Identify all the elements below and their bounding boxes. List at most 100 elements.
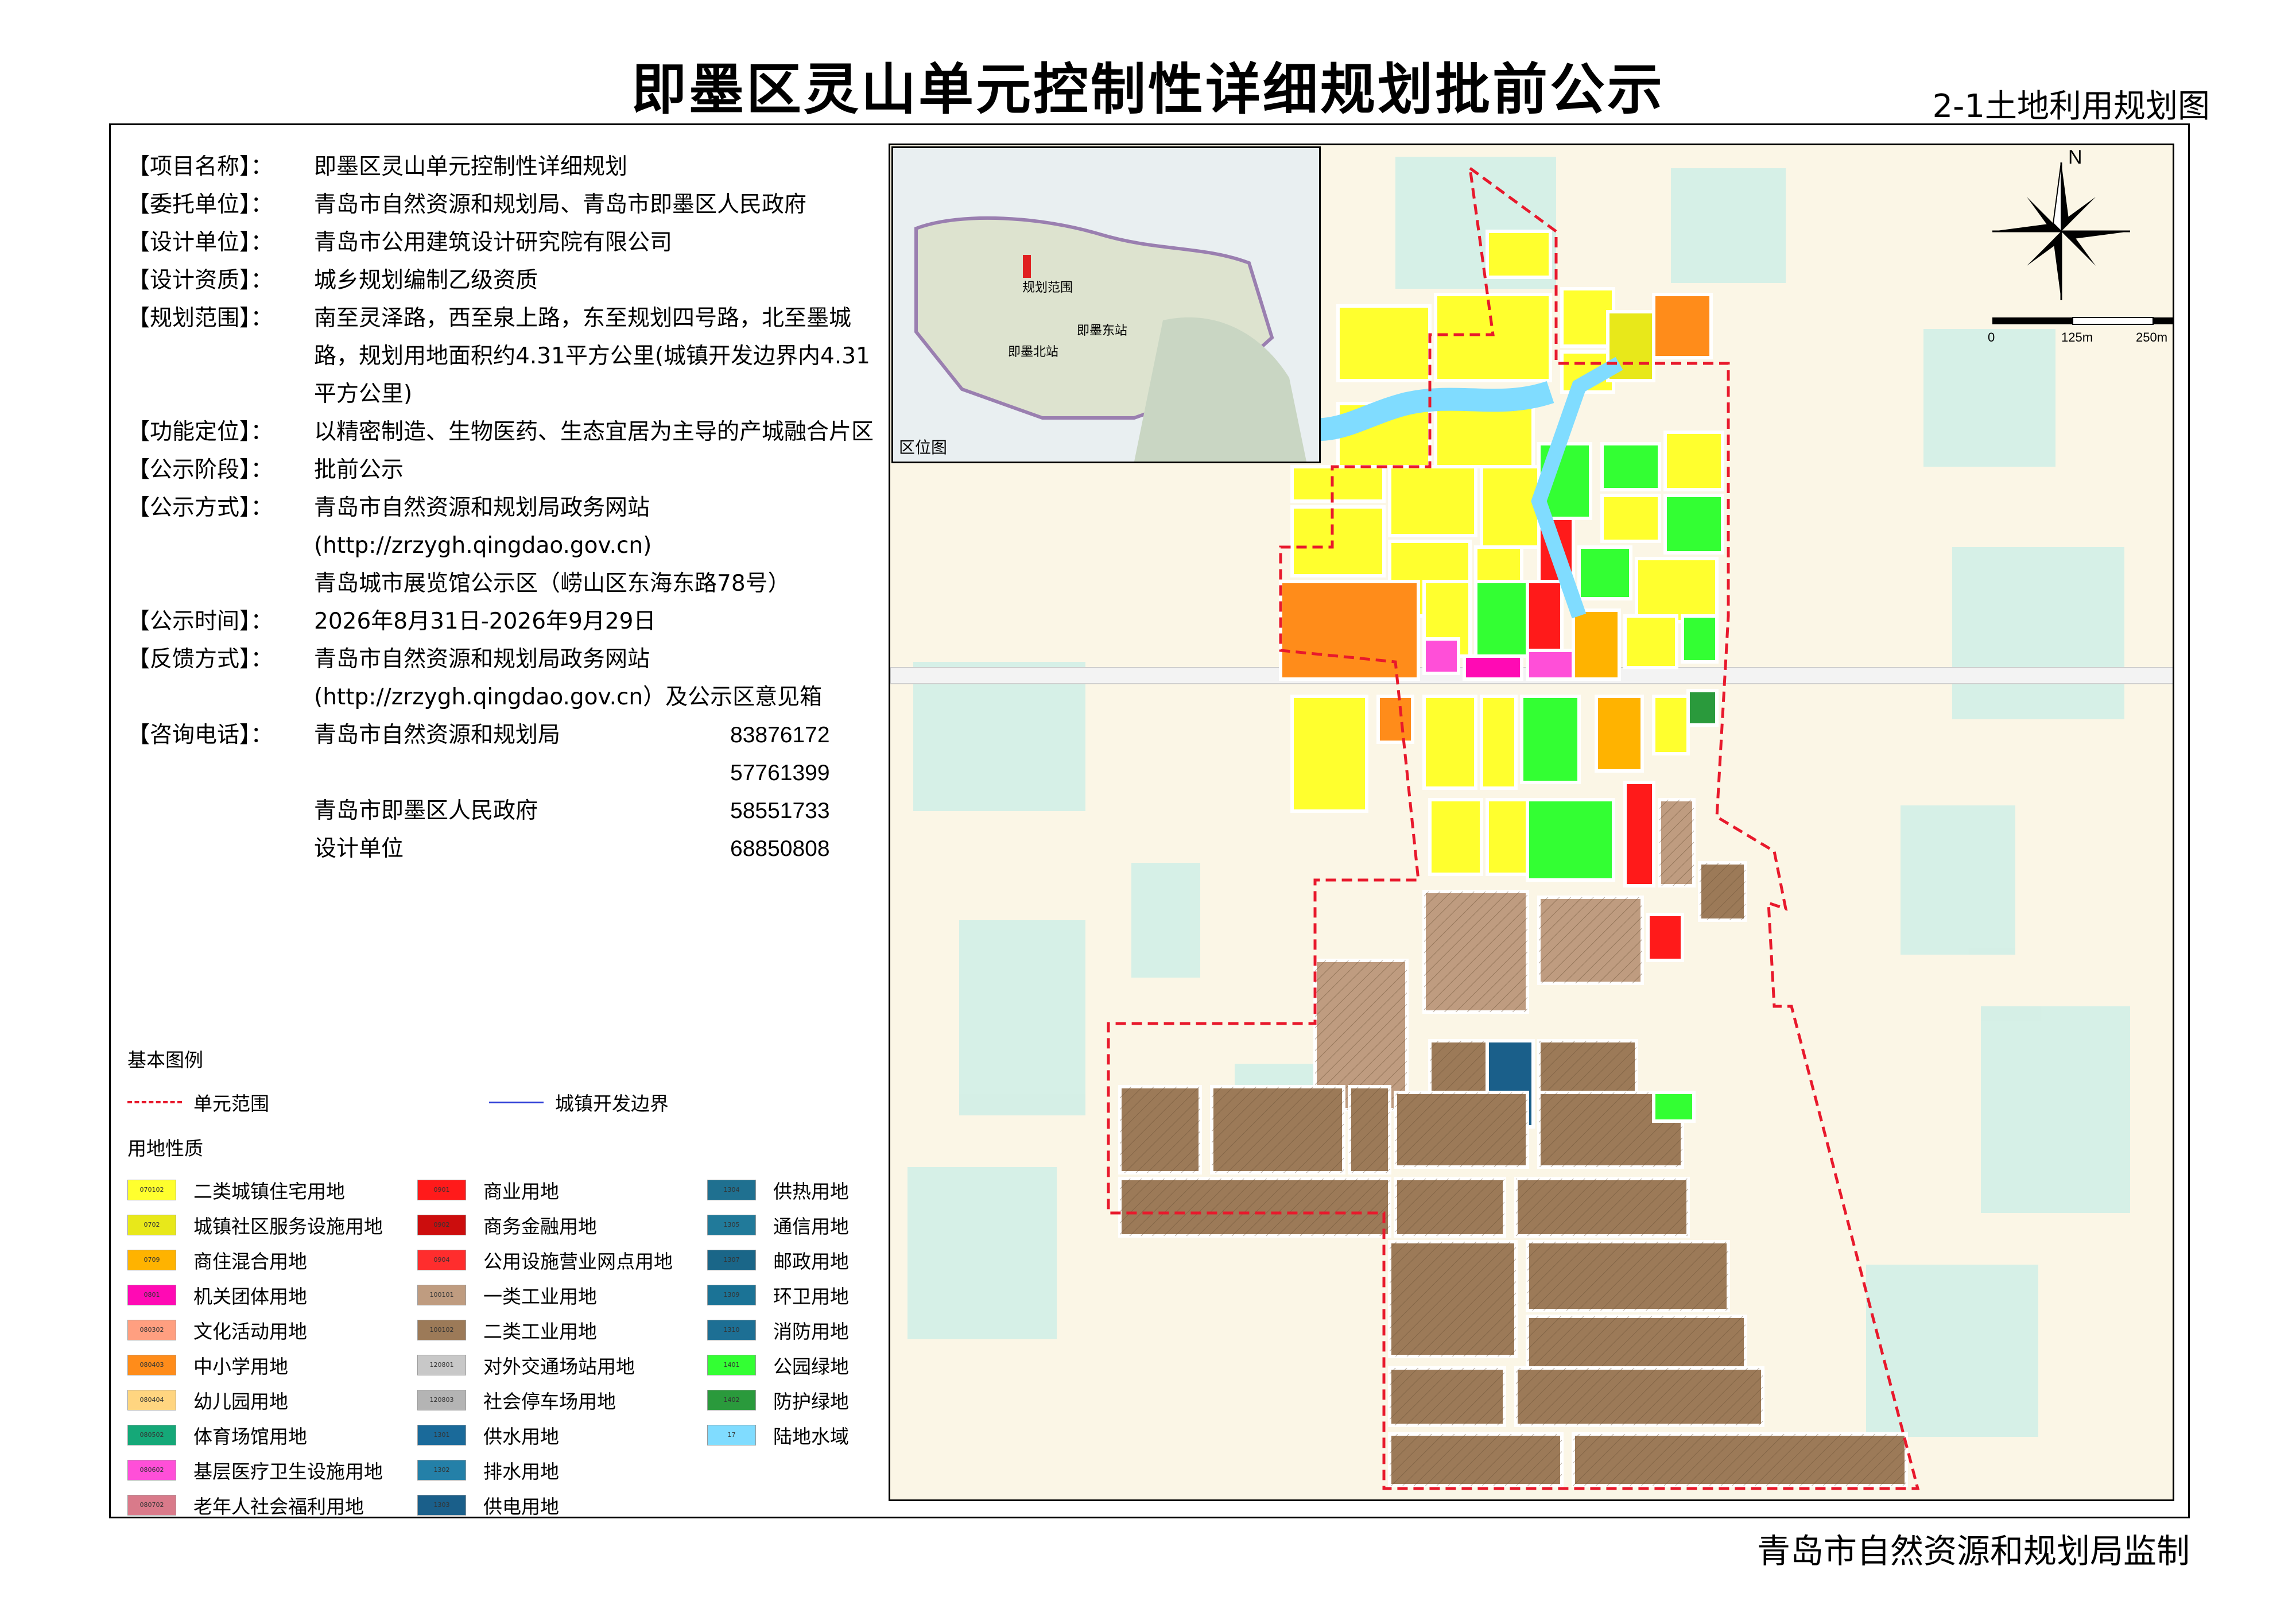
parcel[interactable] bbox=[1290, 695, 1368, 813]
parcel[interactable] bbox=[1474, 580, 1529, 658]
legend-label: 邮政用地 bbox=[773, 1250, 849, 1273]
legend-label: 公用设施营业网点用地 bbox=[483, 1250, 673, 1273]
parcel[interactable] bbox=[1526, 649, 1575, 681]
parcel[interactable] bbox=[1652, 695, 1690, 755]
legend-item: 100102 二类工业用地 bbox=[417, 1312, 707, 1347]
legend-swatch: 1402 bbox=[707, 1389, 756, 1410]
legend-label: 二类工业用地 bbox=[483, 1320, 597, 1343]
parcel[interactable] bbox=[1434, 293, 1552, 382]
legend-item: 1303 供电用地 bbox=[417, 1487, 707, 1522]
parcel[interactable] bbox=[1336, 304, 1432, 382]
feedback-url[interactable]: (http://zrzygh.qingdao.gov.cn）及公示区意见箱 bbox=[127, 679, 874, 716]
parcel[interactable] bbox=[1560, 287, 1615, 348]
legend-item: 1310 消防用地 bbox=[707, 1312, 891, 1347]
footer-credit: 青岛市自然资源和规划局监制 bbox=[1756, 1532, 2190, 1571]
legend-label: 环卫用地 bbox=[773, 1285, 849, 1308]
legend-label: 二类城镇住宅用地 bbox=[193, 1180, 345, 1203]
legend-label: 通信用地 bbox=[773, 1215, 849, 1238]
info-row-time: 【公示时间】： 2026年8月31日-2026年9月29日 bbox=[127, 608, 656, 634]
info-row-function: 【功能定位】： 以精密制造、生物医药、生态宜居为主导的产城融合片区 bbox=[127, 419, 874, 445]
method-url[interactable]: (http://zrzygh.qingdao.gov.cn) bbox=[127, 527, 874, 565]
parcel[interactable] bbox=[1663, 494, 1724, 555]
parcel[interactable] bbox=[1290, 505, 1386, 577]
area-marker-icon bbox=[1023, 255, 1031, 278]
legend-swatch: 1304 bbox=[707, 1179, 756, 1200]
parcel-hatch bbox=[1349, 1087, 1390, 1173]
parcel[interactable] bbox=[1623, 781, 1655, 887]
legend-swatch: 1301 bbox=[417, 1424, 466, 1445]
parcel[interactable] bbox=[1526, 798, 1615, 882]
parcel[interactable] bbox=[1388, 465, 1477, 537]
legend-label: 机关团体用地 bbox=[193, 1285, 307, 1308]
parcel[interactable] bbox=[1595, 695, 1644, 773]
parcel[interactable] bbox=[1376, 695, 1414, 744]
parcel[interactable] bbox=[1600, 494, 1661, 543]
parcel[interactable] bbox=[1422, 695, 1477, 790]
legend-swatch: 080302 bbox=[127, 1319, 176, 1340]
parcel[interactable] bbox=[1520, 695, 1581, 784]
legend-item: 0801 机关团体用地 bbox=[127, 1277, 417, 1312]
parcel[interactable] bbox=[1463, 654, 1523, 681]
parcel[interactable] bbox=[1290, 465, 1386, 503]
legend-swatch: 080403 bbox=[127, 1354, 176, 1375]
parcel[interactable] bbox=[1480, 695, 1518, 790]
parcel-hatch bbox=[1527, 1316, 1746, 1374]
parcel[interactable] bbox=[1486, 798, 1529, 876]
parcel-hatch bbox=[1395, 1092, 1527, 1167]
parcel[interactable] bbox=[1480, 465, 1541, 549]
legend-swatch: 0801 bbox=[127, 1284, 176, 1305]
parcel[interactable] bbox=[1686, 689, 1719, 727]
parcel[interactable] bbox=[1652, 293, 1713, 359]
phone-item: 青岛市自然资源和规划局 83876172 bbox=[314, 722, 830, 748]
legend-item: 080404 幼儿园用地 bbox=[127, 1382, 417, 1417]
legend-swatch: 100102 bbox=[417, 1319, 466, 1340]
legend-label: 体育场馆用地 bbox=[193, 1425, 307, 1448]
legend-swatch: 080602 bbox=[127, 1459, 176, 1480]
legend-label: 防护绿地 bbox=[773, 1390, 849, 1413]
legend-label: 商业用地 bbox=[483, 1180, 559, 1203]
parcel-hatch bbox=[1527, 1242, 1728, 1311]
parcel[interactable] bbox=[1635, 557, 1719, 623]
parcel[interactable] bbox=[1623, 614, 1678, 669]
legend-item: 080302 文化活动用地 bbox=[127, 1312, 417, 1347]
legend-swatch: 070102 bbox=[127, 1179, 176, 1200]
legend-swatch: 1310 bbox=[707, 1319, 756, 1340]
legend-swatch: 0709 bbox=[127, 1249, 176, 1270]
legend-label: 排水用地 bbox=[483, 1460, 559, 1483]
legend-swatch: 120801 bbox=[417, 1354, 466, 1375]
legend-swatch: 1309 bbox=[707, 1284, 756, 1305]
legend-item: 1302 排水用地 bbox=[417, 1452, 707, 1487]
parcel[interactable] bbox=[1577, 545, 1632, 600]
parcel[interactable] bbox=[1663, 431, 1724, 491]
parcel[interactable] bbox=[1486, 230, 1552, 279]
parcel[interactable] bbox=[1428, 798, 1483, 876]
parcel[interactable] bbox=[1422, 637, 1460, 675]
info-row-phone: 【咨询电话】： 青岛市自然资源和规划局 83876172 57761399 青岛市… bbox=[127, 716, 874, 868]
legend-item: 0702 城镇社区服务设施用地 bbox=[127, 1207, 417, 1242]
legend-land-use-title: 用地性质 bbox=[127, 1137, 203, 1160]
legend-swatch: 080404 bbox=[127, 1389, 176, 1410]
parcel[interactable] bbox=[1681, 614, 1719, 664]
parcel[interactable] bbox=[1572, 608, 1621, 681]
info-row-qualification: 【设计资质】： 城乡规划编制乙级资质 bbox=[127, 268, 538, 293]
parcel-hatch bbox=[1120, 1087, 1200, 1173]
method-exhibit: 青岛城市展览馆公示区（崂山区东海东路78号） bbox=[314, 571, 790, 596]
legend-item: 1304 供热用地 bbox=[707, 1172, 891, 1207]
parcel-hatch bbox=[1700, 863, 1746, 920]
legend-item: 0709 商住混合用地 bbox=[127, 1242, 417, 1277]
parcel[interactable] bbox=[1652, 1091, 1696, 1123]
legend-grid: 070102 二类城镇住宅用地 0702 城镇社区服务设施用地 0709 商住混合用地 08… bbox=[127, 1172, 891, 1522]
legend-label: 社会停车场用地 bbox=[483, 1390, 616, 1413]
land-use-map[interactable]: N 0 125m 250m 500m 规划范围 即墨东站 即墨北站 区位图 bbox=[889, 144, 2174, 1501]
svg-text:规划范围: 规划范围 bbox=[1022, 281, 1073, 295]
svg-text:0: 0 bbox=[1988, 330, 1995, 344]
parcel[interactable] bbox=[1600, 442, 1661, 491]
legend-item: 080602 基层医疗卫生设施用地 bbox=[127, 1452, 417, 1487]
legend-item: 0901 商业用地 bbox=[417, 1172, 707, 1207]
legend-swatch: 1303 bbox=[417, 1494, 466, 1516]
blue-line-icon bbox=[489, 1101, 544, 1103]
legend-swatch: 120803 bbox=[417, 1389, 466, 1410]
parcel[interactable] bbox=[1646, 913, 1684, 962]
parcel[interactable] bbox=[1279, 580, 1420, 681]
legend-item: 120801 对外交通场站用地 bbox=[417, 1347, 707, 1382]
